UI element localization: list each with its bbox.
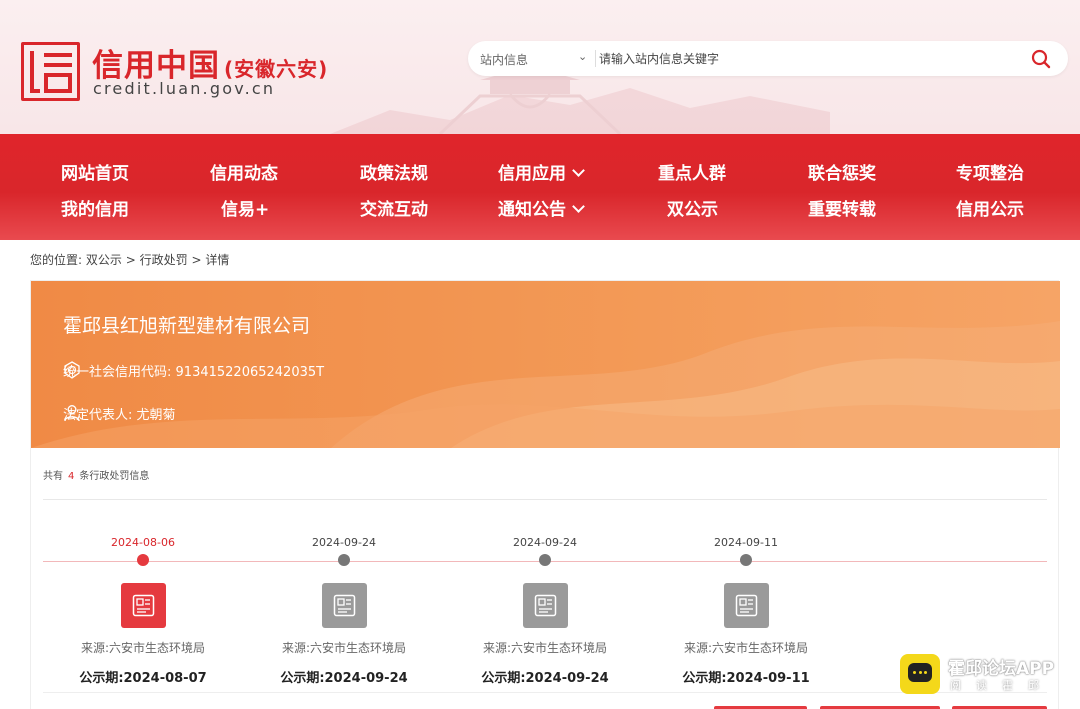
nav-reprints[interactable]: 重要转载 bbox=[808, 195, 876, 220]
record-publish-date: 公示期:2024-09-24 bbox=[280, 671, 408, 686]
breadcrumb-sep: > bbox=[125, 253, 136, 267]
search-divider bbox=[595, 50, 596, 67]
record-count: 共有 4 条行政处罚信息 bbox=[43, 471, 150, 482]
section-divider bbox=[43, 499, 1047, 500]
nav-notices[interactable]: 通知公告 bbox=[498, 195, 585, 220]
document-card-icon[interactable] bbox=[322, 583, 367, 628]
enterprise-shield-icon bbox=[64, 361, 80, 379]
search-bar: 站内信息 ⌄ bbox=[468, 41, 1068, 76]
timeline-date: 2024-09-24 bbox=[312, 536, 376, 549]
nav-joint-rewards[interactable]: 联合惩奖 bbox=[808, 159, 876, 184]
nav-policy[interactable]: 政策法规 bbox=[360, 159, 428, 184]
site-domain: credit.luan.gov.cn bbox=[93, 79, 276, 98]
nav-key-groups[interactable]: 重点人群 bbox=[658, 159, 726, 184]
record-publish-date: 公示期:2024-09-24 bbox=[481, 671, 609, 686]
nav-xinyi-plus[interactable]: 信易+ bbox=[221, 195, 269, 220]
section-divider bbox=[43, 692, 1047, 693]
nav-special-rectification[interactable]: 专项整治 bbox=[956, 159, 1024, 184]
nav-interaction[interactable]: 交流互动 bbox=[360, 195, 428, 220]
nav-credit-disclosure[interactable]: 信用公示 bbox=[956, 195, 1024, 220]
nav-credit-apps[interactable]: 信用应用 bbox=[498, 159, 585, 184]
record-source: 来源:六安市生态环境局 bbox=[281, 641, 407, 655]
nav-double-disclosure[interactable]: 双公示 bbox=[667, 195, 718, 220]
breadcrumb-double-disclosure[interactable]: 双公示 bbox=[86, 253, 122, 267]
timeline-dot bbox=[137, 554, 149, 566]
watermark-title: 霍邱论坛APP bbox=[948, 659, 1055, 679]
company-detail-card: 霍邱县红旭新型建材有限公司 统一社会信用代码: 9134152206524203… bbox=[30, 280, 1060, 709]
company-name: 霍邱县红旭新型建材有限公司 bbox=[63, 315, 311, 337]
site-logo[interactable] bbox=[21, 42, 80, 101]
document-card-icon[interactable] bbox=[121, 583, 166, 628]
breadcrumb: 您的位置: 双公示 > 行政处罚 > 详情 bbox=[30, 251, 229, 268]
timeline-date: 2024-09-11 bbox=[714, 536, 778, 549]
record-source: 来源:六安市生态环境局 bbox=[683, 641, 809, 655]
timeline-date: 2024-08-06 bbox=[111, 536, 175, 549]
company-banner: 霍邱县红旭新型建材有限公司 统一社会信用代码: 9134152206524203… bbox=[31, 281, 1060, 448]
record-publish-date: 公示期:2024-09-11 bbox=[682, 671, 810, 686]
chevron-down-icon bbox=[572, 164, 585, 177]
search-icon[interactable] bbox=[1030, 48, 1052, 70]
credit-code-value: 91341522065242035T bbox=[175, 365, 325, 380]
main-nav: 网站首页 信用动态 政策法规 信用应用 重点人群 联合惩奖 专项整治 我的信用 … bbox=[0, 134, 1080, 240]
legal-rep-value: 尤朝菊 bbox=[136, 408, 176, 423]
document-card-icon[interactable] bbox=[523, 583, 568, 628]
document-card-icon[interactable] bbox=[724, 583, 769, 628]
chevron-down-icon bbox=[572, 200, 585, 213]
legal-rep-row: 法定代表人: 尤朝菊 bbox=[63, 404, 176, 423]
record-publish-date: 公示期:2024-08-07 bbox=[79, 671, 207, 686]
chat-bubble-icon bbox=[900, 654, 940, 694]
record-source: 来源:六安市生态环境局 bbox=[482, 641, 608, 655]
nav-home[interactable]: 网站首页 bbox=[61, 159, 129, 184]
breadcrumb-admin-penalty[interactable]: 行政处罚 bbox=[140, 253, 188, 267]
timeline-date: 2024-09-24 bbox=[513, 536, 577, 549]
watermark-subtitle: 阅读霍邱 bbox=[950, 679, 1054, 692]
breadcrumb-current: 详情 bbox=[205, 253, 230, 267]
credit-code-row: 统一社会信用代码: 91341522065242035T bbox=[63, 361, 324, 380]
search-scope-select[interactable]: 站内信息 bbox=[480, 51, 528, 68]
timeline-dot bbox=[338, 554, 350, 566]
app-watermark: 霍邱论坛APP 阅读霍邱 bbox=[898, 652, 1068, 696]
breadcrumb-prefix: 您的位置: bbox=[30, 253, 83, 267]
breadcrumb-sep: > bbox=[191, 253, 202, 267]
timeline-dot bbox=[539, 554, 551, 566]
record-source: 来源:六安市生态环境局 bbox=[80, 641, 206, 655]
person-icon bbox=[64, 405, 80, 422]
timeline-dot bbox=[740, 554, 752, 566]
nav-credit-news[interactable]: 信用动态 bbox=[210, 159, 278, 184]
site-header: 信用中国 (安徽六安) credit.luan.gov.cn 站内信息 ⌄ bbox=[0, 0, 1080, 134]
chevron-down-icon[interactable]: ⌄ bbox=[578, 50, 587, 63]
search-input[interactable] bbox=[599, 46, 1019, 71]
nav-my-credit[interactable]: 我的信用 bbox=[61, 195, 129, 220]
